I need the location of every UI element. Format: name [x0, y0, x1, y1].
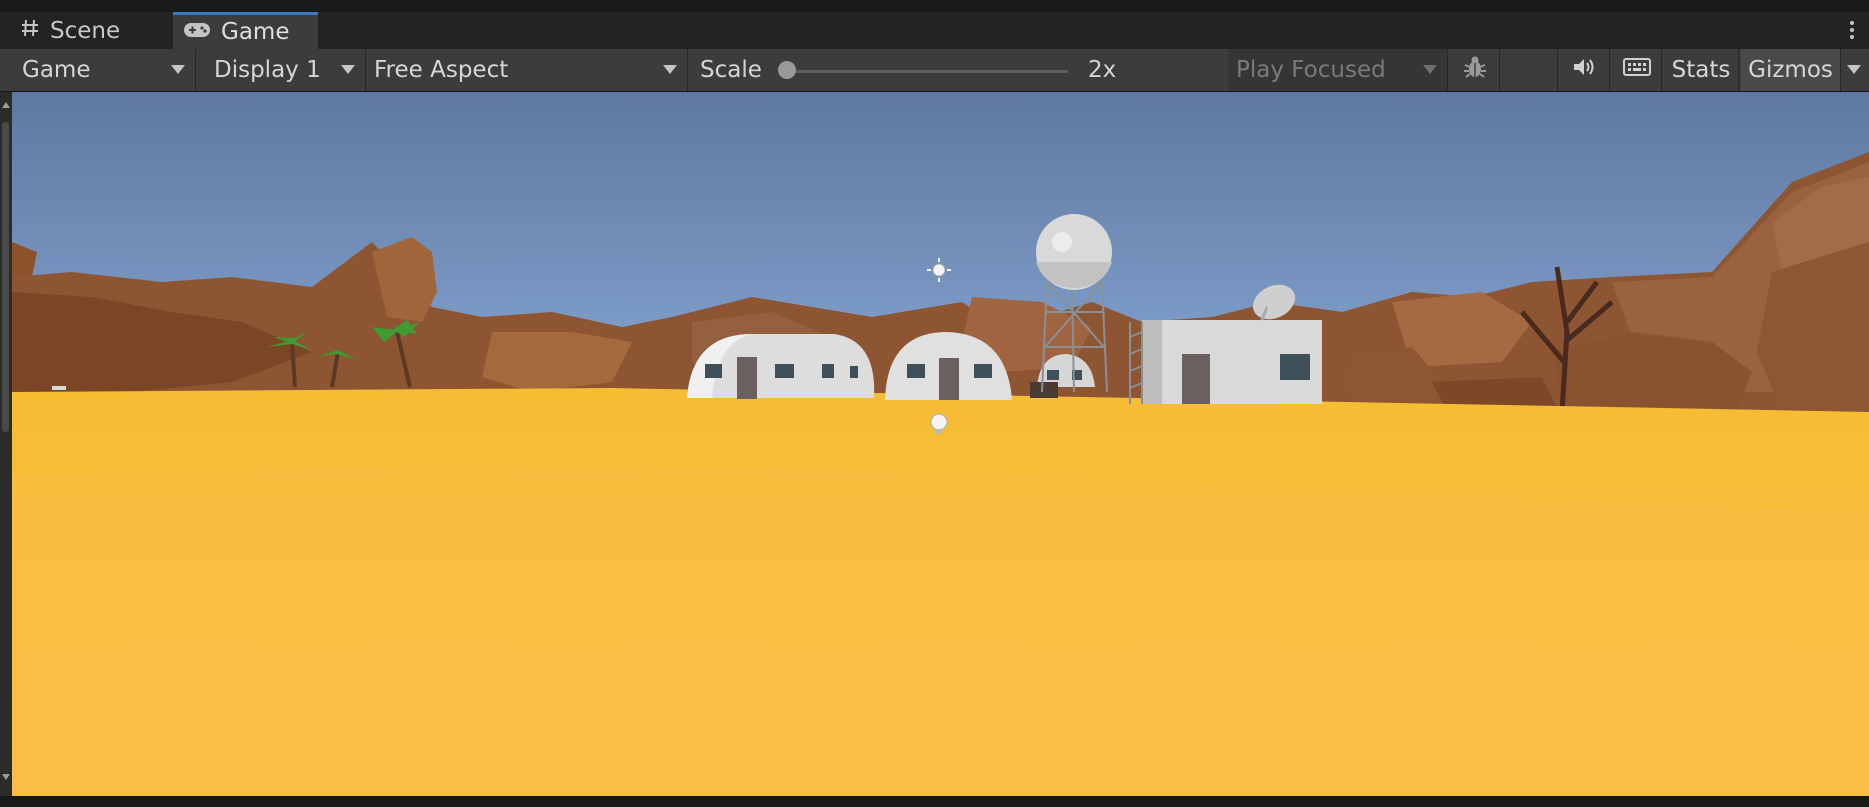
window-bottom-strip — [0, 796, 1869, 807]
shortcuts-button[interactable] — [1612, 49, 1662, 91]
scroll-up-icon[interactable] — [2, 102, 10, 108]
grid-hash-icon — [20, 18, 40, 44]
quonset-hut-1 — [687, 334, 875, 399]
scale-value: 2x — [1088, 57, 1117, 83]
chevron-down-icon — [1423, 65, 1437, 74]
game-render — [12, 92, 1869, 796]
tab-scene[interactable]: Scene — [20, 12, 170, 49]
mute-audio-button[interactable] — [1558, 49, 1610, 91]
tab-game[interactable]: Game — [173, 12, 318, 49]
game-view-toolbar: Game Display 1 Free Aspect Scale 2x Play… — [0, 49, 1869, 92]
aspect-dropdown[interactable]: Free Aspect — [366, 49, 688, 91]
scale-slider-track[interactable] — [786, 70, 1068, 73]
more-options-icon[interactable] — [1849, 18, 1855, 44]
tab-bar: Scene Game — [0, 12, 1869, 49]
chevron-down-icon — [1847, 65, 1861, 74]
keyboard-icon — [1622, 57, 1651, 83]
view-type-label: Game — [22, 57, 91, 83]
scale-slider-handle[interactable] — [778, 61, 796, 79]
game-viewport[interactable] — [12, 92, 1869, 796]
gizmos-dropdown[interactable] — [1841, 49, 1869, 91]
scroll-down-icon[interactable] — [2, 774, 10, 780]
tab-game-label: Game — [221, 19, 290, 45]
stats-label: Stats — [1671, 57, 1731, 83]
aspect-label: Free Aspect — [374, 57, 509, 83]
view-type-dropdown[interactable]: Game — [14, 49, 196, 91]
bug-icon — [1462, 54, 1488, 86]
display-dropdown[interactable]: Display 1 — [200, 49, 366, 91]
chevron-down-icon — [663, 65, 677, 74]
gizmos-label: Gizmos — [1748, 57, 1833, 83]
chevron-down-icon — [341, 65, 355, 74]
gamepad-icon — [183, 19, 211, 45]
scrollbar-thumb[interactable] — [2, 122, 9, 432]
scale-label: Scale — [700, 57, 762, 83]
vertical-scrollbar[interactable] — [0, 92, 12, 797]
play-mode-dropdown[interactable]: Play Focused — [1228, 49, 1448, 91]
empty-toolbar-slot — [1502, 49, 1558, 91]
frame-debugger-button[interactable] — [1450, 49, 1500, 91]
stats-button[interactable]: Stats — [1664, 49, 1739, 91]
chevron-down-icon — [171, 65, 185, 74]
gizmos-button[interactable]: Gizmos — [1741, 49, 1841, 91]
scale-control: Scale 2x — [690, 49, 1230, 91]
display-label: Display 1 — [214, 57, 321, 83]
tab-scene-label: Scene — [50, 17, 121, 44]
speaker-icon — [1571, 56, 1597, 84]
play-mode-label: Play Focused — [1236, 57, 1386, 83]
window-top-strip — [0, 0, 1869, 12]
